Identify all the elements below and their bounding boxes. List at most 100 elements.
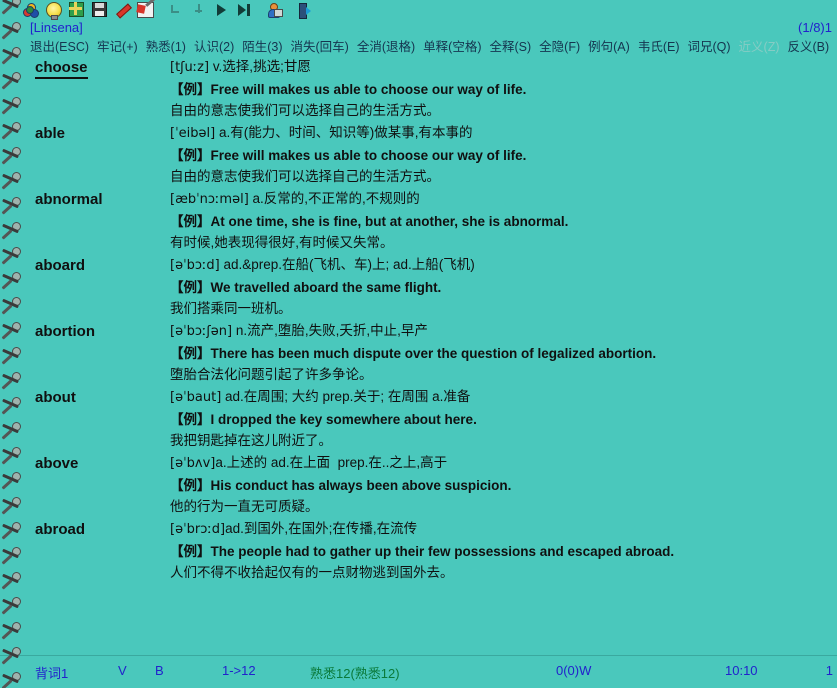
word-entry[interactable]: abnormal [æbˈnɔːməl] a.反常的,不正常的,不规则的【例】At… [0, 188, 837, 254]
entry-definitions: [əˈbɔːʃən] n.流产,堕胎,失败,夭折,中止,早产 【例】There h… [170, 320, 833, 386]
entry-word[interactable]: abortion [35, 323, 95, 340]
menu-item-8[interactable]: 全释(S) [486, 39, 536, 56]
menu-item-6[interactable]: 全消(退格) [353, 39, 419, 56]
entry-translation: 堕胎合法化问题引起了许多争论。 [170, 367, 373, 382]
exit-icon[interactable] [294, 1, 315, 19]
entry-translation: 自由的意志使我们可以选择自己的生活方式。 [170, 103, 440, 118]
menu-item-5[interactable]: 消失(回车) [287, 39, 353, 56]
entry-definition: a.反常的,不正常的,不规则的 [248, 191, 420, 206]
save-icon[interactable] [89, 1, 110, 19]
word-entry[interactable]: abroad [əˈbrɔːd]ad.到国外,在国外;在传播,在流传【例】The … [0, 518, 837, 603]
word-entry[interactable]: aboard [əˈbɔːd] ad.&prep.在船(飞机、车)上; ad.上船… [0, 254, 837, 320]
entry-phonetic: [tʃuːz] [170, 60, 210, 75]
entry-example: 【例】We travelled aboard the same flight. [170, 279, 442, 295]
entry-definition: ad.&prep.在船(飞机、车)上; ad.上船(飞机) [219, 257, 475, 272]
entry-word[interactable]: able [35, 125, 65, 142]
menu-item-14[interactable]: 反义(B) [784, 39, 834, 56]
menu-item-12[interactable]: 词兄(Q) [683, 39, 734, 56]
word-entry[interactable]: abortion [əˈbɔːʃən] n.流产,堕胎,失败,夭折,中止,早产 【例… [0, 320, 837, 386]
entry-phonetic: [æbˈnɔːməl] [170, 192, 249, 207]
entry-example: 【例】I dropped the key somewhere about her… [170, 411, 477, 427]
entry-definition-line: [əˈbʌv]a.上述的 ad.在上面 prep.在..之上,高于 [170, 452, 833, 475]
entry-definition-line: [əˈbaut] ad.在周围; 大约 prep.关于; 在周围 a.准备 [170, 386, 833, 409]
entry-phonetic: [əˈbɔːd] [170, 258, 220, 273]
entry-example: 【例】At one time, she is fine, but at anot… [170, 213, 569, 229]
entry-definition-line: [ˈeibəl] a.有(能力、时间、知识等)做某事,有本事的 [170, 122, 833, 145]
decorative-mark [0, 21, 22, 47]
menu-item-15[interactable]: 朗读(Y) [833, 39, 837, 56]
entry-definition: v.选择,挑选;甘愿 [209, 59, 311, 74]
entry-definition: a.上述的 ad.在上面 prep.在..之上,高于 [215, 455, 448, 470]
menu-item-1[interactable]: 牢记(+) [93, 39, 142, 56]
status-range: 1->12 [222, 663, 256, 678]
entry-definition-line: [əˈbɔːʃən] n.流产,堕胎,失败,夭折,中止,早产 [170, 320, 833, 343]
entry-definition: ad.到国外,在国外;在传播,在流传 [225, 521, 418, 536]
entry-definition-line: [tʃuːz] v.选择,挑选;甘愿 [170, 56, 833, 79]
next-arrow-icon[interactable] [188, 1, 209, 19]
entry-phonetic: [əˈbaut] [170, 390, 222, 405]
pen-icon[interactable] [112, 1, 133, 19]
status-mode: 背词1 [35, 666, 69, 681]
entry-definition: ad.在周围; 大约 prep.关于; 在周围 a.准备 [221, 389, 471, 404]
menu-item-7[interactable]: 单释(空格) [419, 39, 485, 56]
entry-definition-line: [əˈbɔːd] ad.&prep.在船(飞机、车)上; ad.上船(飞机) [170, 254, 833, 277]
menu-item-13[interactable]: 近义(Z) [735, 39, 784, 56]
entry-word[interactable]: above [35, 455, 78, 472]
menu-item-4[interactable]: 陌生(3) [238, 39, 286, 56]
menu-item-2[interactable]: 熟悉(1) [142, 39, 190, 56]
status-key-b[interactable]: B [155, 663, 164, 678]
lightbulb-icon[interactable] [43, 1, 64, 20]
entry-definition: n.流产,堕胎,失败,夭折,中止,早产 [232, 323, 428, 338]
status-time: 10:10 [725, 663, 758, 678]
user-card-icon[interactable] [264, 1, 285, 19]
menu-item-0[interactable]: 退出(ESC) [26, 39, 93, 56]
entry-definitions: [ˈeibəl] a.有(能力、时间、知识等)做某事,有本事的 【例】Free w… [170, 122, 833, 188]
menu-item-9[interactable]: 全隐(F) [535, 39, 584, 56]
entry-example: 【例】The people had to gather up their few… [170, 543, 675, 559]
entry-definition: a.有(能力、时间、知识等)做某事,有本事的 [215, 125, 473, 140]
entry-translation: 有时候,她表现得很好,有时候又失常。 [170, 235, 394, 250]
entry-word[interactable]: abnormal [35, 191, 103, 208]
status-counter: 1 [825, 663, 833, 678]
entry-phonetic: [əˈbʌv] [170, 456, 216, 471]
entry-word[interactable]: aboard [35, 257, 85, 274]
entry-word[interactable]: choose [35, 59, 88, 79]
play-to-end-icon[interactable] [234, 1, 255, 19]
entry-translation: 人们不得不收拾起仅有的一点财物逃到国外去。 [170, 565, 454, 580]
menu-item-3[interactable]: 认识(2) [190, 39, 238, 56]
entry-definitions: [əˈbaut] ad.在周围; 大约 prep.关于; 在周围 a.准备【例】… [170, 386, 833, 452]
entry-word[interactable]: abroad [35, 521, 85, 538]
word-entry[interactable]: choose [tʃuːz] v.选择,挑选;甘愿【例】Free will mak… [0, 56, 837, 122]
page-indicator: (1/8)1 [798, 20, 832, 35]
status-bar: 背词1 V B 1->12 熟悉12(熟悉12) 0(0)W 10:10 1 [0, 655, 837, 688]
entry-word[interactable]: about [35, 389, 76, 406]
toolbar [20, 0, 315, 20]
entry-example: 【例】His conduct has always been above sus… [170, 477, 512, 493]
status-familiar: 熟悉12(熟悉12) [310, 666, 400, 681]
menu-item-11[interactable]: 韦氏(E) [634, 39, 684, 56]
word-entry[interactable]: above [əˈbʌv]a.上述的 ad.在上面 prep.在..之上,高于【例… [0, 452, 837, 518]
decorative-mark [0, 0, 22, 22]
play-icon[interactable] [211, 1, 232, 19]
balloons-icon[interactable] [20, 1, 41, 19]
status-words: 0(0)W [556, 663, 592, 678]
entry-definition-line: [əˈbrɔːd]ad.到国外,在国外;在传播,在流传 [170, 518, 833, 541]
entry-definition-line: [æbˈnɔːməl] a.反常的,不正常的,不规则的 [170, 188, 833, 211]
edit-note-icon[interactable] [135, 1, 156, 19]
word-entry[interactable]: able [ˈeibəl] a.有(能力、时间、知识等)做某事,有本事的 【例】Fr… [0, 122, 837, 188]
entry-example: 【例】Free will makes us able to choose our… [170, 81, 527, 97]
entry-definitions: [tʃuːz] v.选择,挑选;甘愿【例】Free will makes us … [170, 56, 833, 122]
gift-icon[interactable] [66, 1, 87, 19]
entry-translation: 自由的意志使我们可以选择自己的生活方式。 [170, 169, 440, 184]
prev-arrow-icon[interactable] [165, 1, 186, 19]
entry-definitions: [əˈbʌv]a.上述的 ad.在上面 prep.在..之上,高于【例】His … [170, 452, 833, 518]
status-key-v[interactable]: V [118, 663, 127, 678]
word-entry[interactable]: about [əˈbaut] ad.在周围; 大约 prep.关于; 在周围 a.… [0, 386, 837, 452]
entry-definitions: [əˈbɔːd] ad.&prep.在船(飞机、车)上; ad.上船(飞机) 【例… [170, 254, 833, 320]
entry-definitions: [æbˈnɔːməl] a.反常的,不正常的,不规则的【例】At one tim… [170, 188, 833, 254]
menu-item-10[interactable]: 例句(A) [584, 39, 634, 56]
entry-phonetic: [əˈbrɔːd] [170, 522, 226, 537]
word-entry-list: choose [tʃuːz] v.选择,挑选;甘愿【例】Free will mak… [0, 56, 837, 654]
menu-bar: 退出(ESC) 牢记(+) 熟悉(1) 认识(2) 陌生(3) 消失(回车) 全消(退格) 单… [26, 39, 837, 56]
entry-phonetic: [ˈeibəl] [170, 126, 216, 141]
